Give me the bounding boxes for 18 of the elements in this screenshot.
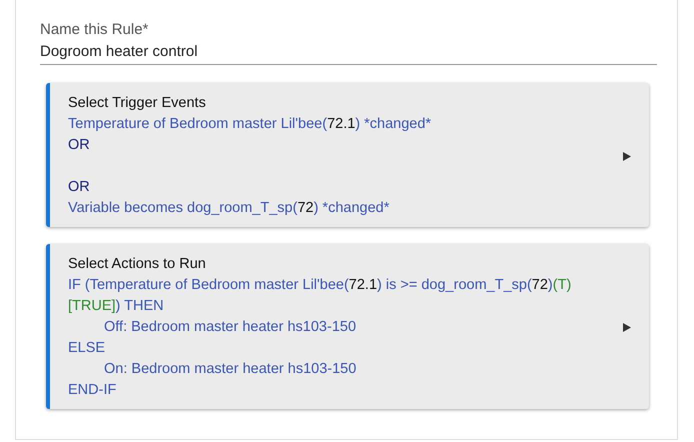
rule-line: END-IF bbox=[68, 381, 116, 400]
field-label: Name this Rule* bbox=[40, 20, 148, 40]
rule-line: On: Bedroom master heater hs103-150 bbox=[104, 360, 356, 379]
caret-icon[interactable] bbox=[623, 323, 631, 332]
rule-line: IF (Temperature of Bedroom master Lil'bee(72.1) is >= dog_room_T_sp(72)(T) bbox=[68, 276, 572, 295]
section-card[interactable]: Select Actions to Run IF (Temperature of Bedroom master Lil'bee(72.1) is >= dog_room_T_sp(72)(T) [TRUE]) THEN Off: Bedroom master heater hs103-150 ELSE On: Bedroom master heater hs103-150 END-IF bbox=[46, 244, 649, 409]
rule-line: [TRUE]) THEN bbox=[68, 297, 164, 316]
section-card[interactable]: Select Trigger Events Temperature of Bedroom master Lil'bee(72.1) *changed* OR OR Variable becomes dog_room_T_sp(72) *changed* bbox=[46, 83, 649, 227]
rule-line: Variable becomes dog_room_T_sp(72) *changed* bbox=[68, 199, 390, 218]
rule-line: OR bbox=[68, 136, 90, 155]
rule-line: Temperature of Bedroom master Lil'bee(72.1) *changed* bbox=[68, 115, 432, 134]
section-title: Select Actions to Run bbox=[68, 255, 206, 274]
caret-icon[interactable] bbox=[623, 152, 631, 160]
rule-line: OR bbox=[68, 178, 90, 197]
section-title: Select Trigger Events bbox=[68, 94, 206, 113]
rule-line: Off: Bedroom master heater hs103-150 bbox=[104, 318, 356, 337]
rule-line: ELSE bbox=[68, 339, 106, 358]
rule-name-field[interactable]: Dogroom heater control bbox=[40, 40, 657, 65]
